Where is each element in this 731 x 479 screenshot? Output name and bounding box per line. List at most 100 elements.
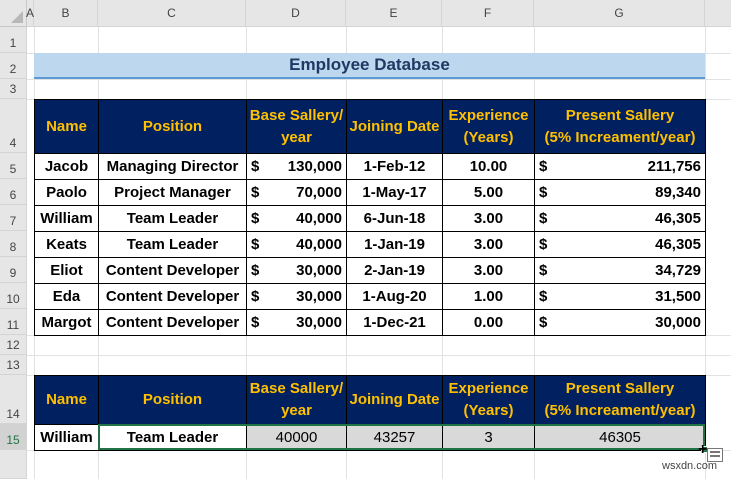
joining-date-cell[interactable]: 1-Aug-20: [346, 283, 443, 310]
name-cell[interactable]: Margot: [34, 309, 99, 336]
position-cell[interactable]: Team Leader: [98, 231, 247, 258]
row-header-12[interactable]: 12: [0, 335, 27, 355]
joining-date-cell[interactable]: 1-Feb-12: [346, 153, 443, 180]
present-salary-cell[interactable]: $46,305: [534, 205, 706, 232]
employee-table: Name Position Base Sallery/year Joining …: [34, 99, 706, 336]
joining-date-cell[interactable]: 1-Jan-19: [346, 231, 443, 258]
select-all-corner[interactable]: [0, 0, 27, 27]
lookup-name-cell[interactable]: William: [34, 424, 99, 451]
header-experience[interactable]: Experience (Years): [442, 99, 535, 154]
row-header-11[interactable]: 11: [0, 309, 27, 335]
experience-cell[interactable]: 1.00: [442, 283, 535, 310]
column-header-f[interactable]: F: [442, 0, 534, 27]
base-salary-value: 30,000: [296, 314, 342, 331]
column-header-d[interactable]: D: [246, 0, 346, 27]
position-cell[interactable]: Content Developer: [98, 283, 247, 310]
lookup-header-position[interactable]: Position: [98, 375, 247, 425]
header-position[interactable]: Position: [98, 99, 247, 154]
present-salary-value: 46,305: [655, 236, 701, 253]
experience-cell[interactable]: 3.00: [442, 231, 535, 258]
name-cell[interactable]: Keats: [34, 231, 99, 258]
sheet-title[interactable]: Employee Database: [34, 53, 705, 79]
name-cell[interactable]: Eliot: [34, 257, 99, 284]
base-salary-cell[interactable]: $40,000: [246, 205, 347, 232]
table-row: William Team Leader $40,000 6-Jun-18 3.00 $46…: [34, 205, 706, 232]
joining-date-cell[interactable]: 1-Dec-21: [346, 309, 443, 336]
lookup-header-base-salary[interactable]: Base Sallery/year: [246, 375, 347, 425]
base-salary-value: 40,000: [296, 210, 342, 227]
currency-symbol: $: [539, 184, 548, 201]
row-header-14[interactable]: 14: [0, 375, 27, 424]
joining-date-cell[interactable]: 2-Jan-19: [346, 257, 443, 284]
column-header-empty: [705, 0, 731, 27]
position-cell[interactable]: Content Developer: [98, 309, 247, 336]
present-salary-cell[interactable]: $89,340: [534, 179, 706, 206]
present-salary-cell[interactable]: $30,000: [534, 309, 706, 336]
gridline: [27, 355, 731, 356]
joining-date-cell[interactable]: 6-Jun-18: [346, 205, 443, 232]
position-cell[interactable]: Managing Director: [98, 153, 247, 180]
row-header-13[interactable]: 13: [0, 355, 27, 375]
base-salary-cell[interactable]: $130,000: [246, 153, 347, 180]
present-salary-cell[interactable]: $34,729: [534, 257, 706, 284]
column-header-g[interactable]: G: [534, 0, 705, 27]
row-header-8[interactable]: 8: [0, 231, 27, 257]
base-salary-cell[interactable]: $70,000: [246, 179, 347, 206]
position-cell[interactable]: Project Manager: [98, 179, 247, 206]
row-header-1[interactable]: 1: [0, 27, 27, 53]
column-header-b[interactable]: B: [34, 0, 98, 27]
present-salary-cell[interactable]: $211,756: [534, 153, 706, 180]
position-cell[interactable]: Team Leader: [98, 205, 247, 232]
lookup-header-joining-date[interactable]: Joining Date: [346, 375, 443, 425]
row-header-7[interactable]: 7: [0, 205, 27, 231]
joining-date-cell[interactable]: 1-May-17: [346, 179, 443, 206]
currency-symbol: $: [539, 236, 548, 253]
row-header-16: [0, 450, 27, 479]
experience-cell[interactable]: 0.00: [442, 309, 535, 336]
position-cell[interactable]: Content Developer: [98, 257, 247, 284]
header-base-salary[interactable]: Base Sallery/year: [246, 99, 347, 154]
header-joining-date[interactable]: Joining Date: [346, 99, 443, 154]
base-salary-cell[interactable]: $30,000: [246, 283, 347, 310]
row-header-2[interactable]: 2: [0, 53, 27, 79]
lookup-header-name[interactable]: Name: [34, 375, 99, 425]
name-cell[interactable]: William: [34, 205, 99, 232]
currency-symbol: $: [251, 236, 260, 253]
currency-symbol: $: [539, 262, 548, 279]
header-name[interactable]: Name: [34, 99, 99, 154]
name-cell[interactable]: Jacob: [34, 153, 99, 180]
row-header-4[interactable]: 4: [0, 99, 27, 153]
column-header-e[interactable]: E: [346, 0, 442, 27]
name-cell[interactable]: Eda: [34, 283, 99, 310]
lookup-header-present-salary[interactable]: Present Sallery (5% Increament/year): [534, 375, 706, 425]
experience-cell[interactable]: 3.00: [442, 257, 535, 284]
present-salary-value: 30,000: [655, 314, 701, 331]
row-header-3[interactable]: 3: [0, 79, 27, 99]
currency-symbol: $: [539, 288, 548, 305]
column-header-a[interactable]: A: [26, 0, 34, 27]
experience-cell[interactable]: 3.00: [442, 205, 535, 232]
row-header-6[interactable]: 6: [0, 179, 27, 205]
row-header-15[interactable]: 15: [0, 424, 27, 450]
base-salary-value: 30,000: [296, 288, 342, 305]
currency-symbol: $: [539, 314, 548, 331]
table-row: Margot Content Developer $30,000 1-Dec-21 0.…: [34, 309, 706, 336]
column-header-c[interactable]: C: [98, 0, 246, 27]
row-header-10[interactable]: 10: [0, 283, 27, 309]
row-header-5[interactable]: 5: [0, 153, 27, 179]
table-row: Jacob Managing Director $130,000 1-Feb-12 10…: [34, 153, 706, 180]
base-salary-cell[interactable]: $40,000: [246, 231, 347, 258]
present-salary-cell[interactable]: $31,500: [534, 283, 706, 310]
lookup-header-experience[interactable]: Experience (Years): [442, 375, 535, 425]
base-salary-cell[interactable]: $30,000: [246, 309, 347, 336]
present-salary-value: 46,305: [655, 210, 701, 227]
table-row: Eda Content Developer $30,000 1-Aug-20 1.00 $…: [34, 283, 706, 310]
base-salary-value: 40,000: [296, 236, 342, 253]
base-salary-cell[interactable]: $30,000: [246, 257, 347, 284]
present-salary-cell[interactable]: $46,305: [534, 231, 706, 258]
experience-cell[interactable]: 5.00: [442, 179, 535, 206]
experience-cell[interactable]: 10.00: [442, 153, 535, 180]
row-header-9[interactable]: 9: [0, 257, 27, 283]
name-cell[interactable]: Paolo: [34, 179, 99, 206]
header-present-salary[interactable]: Present Sallery (5% Increament/year): [534, 99, 706, 154]
